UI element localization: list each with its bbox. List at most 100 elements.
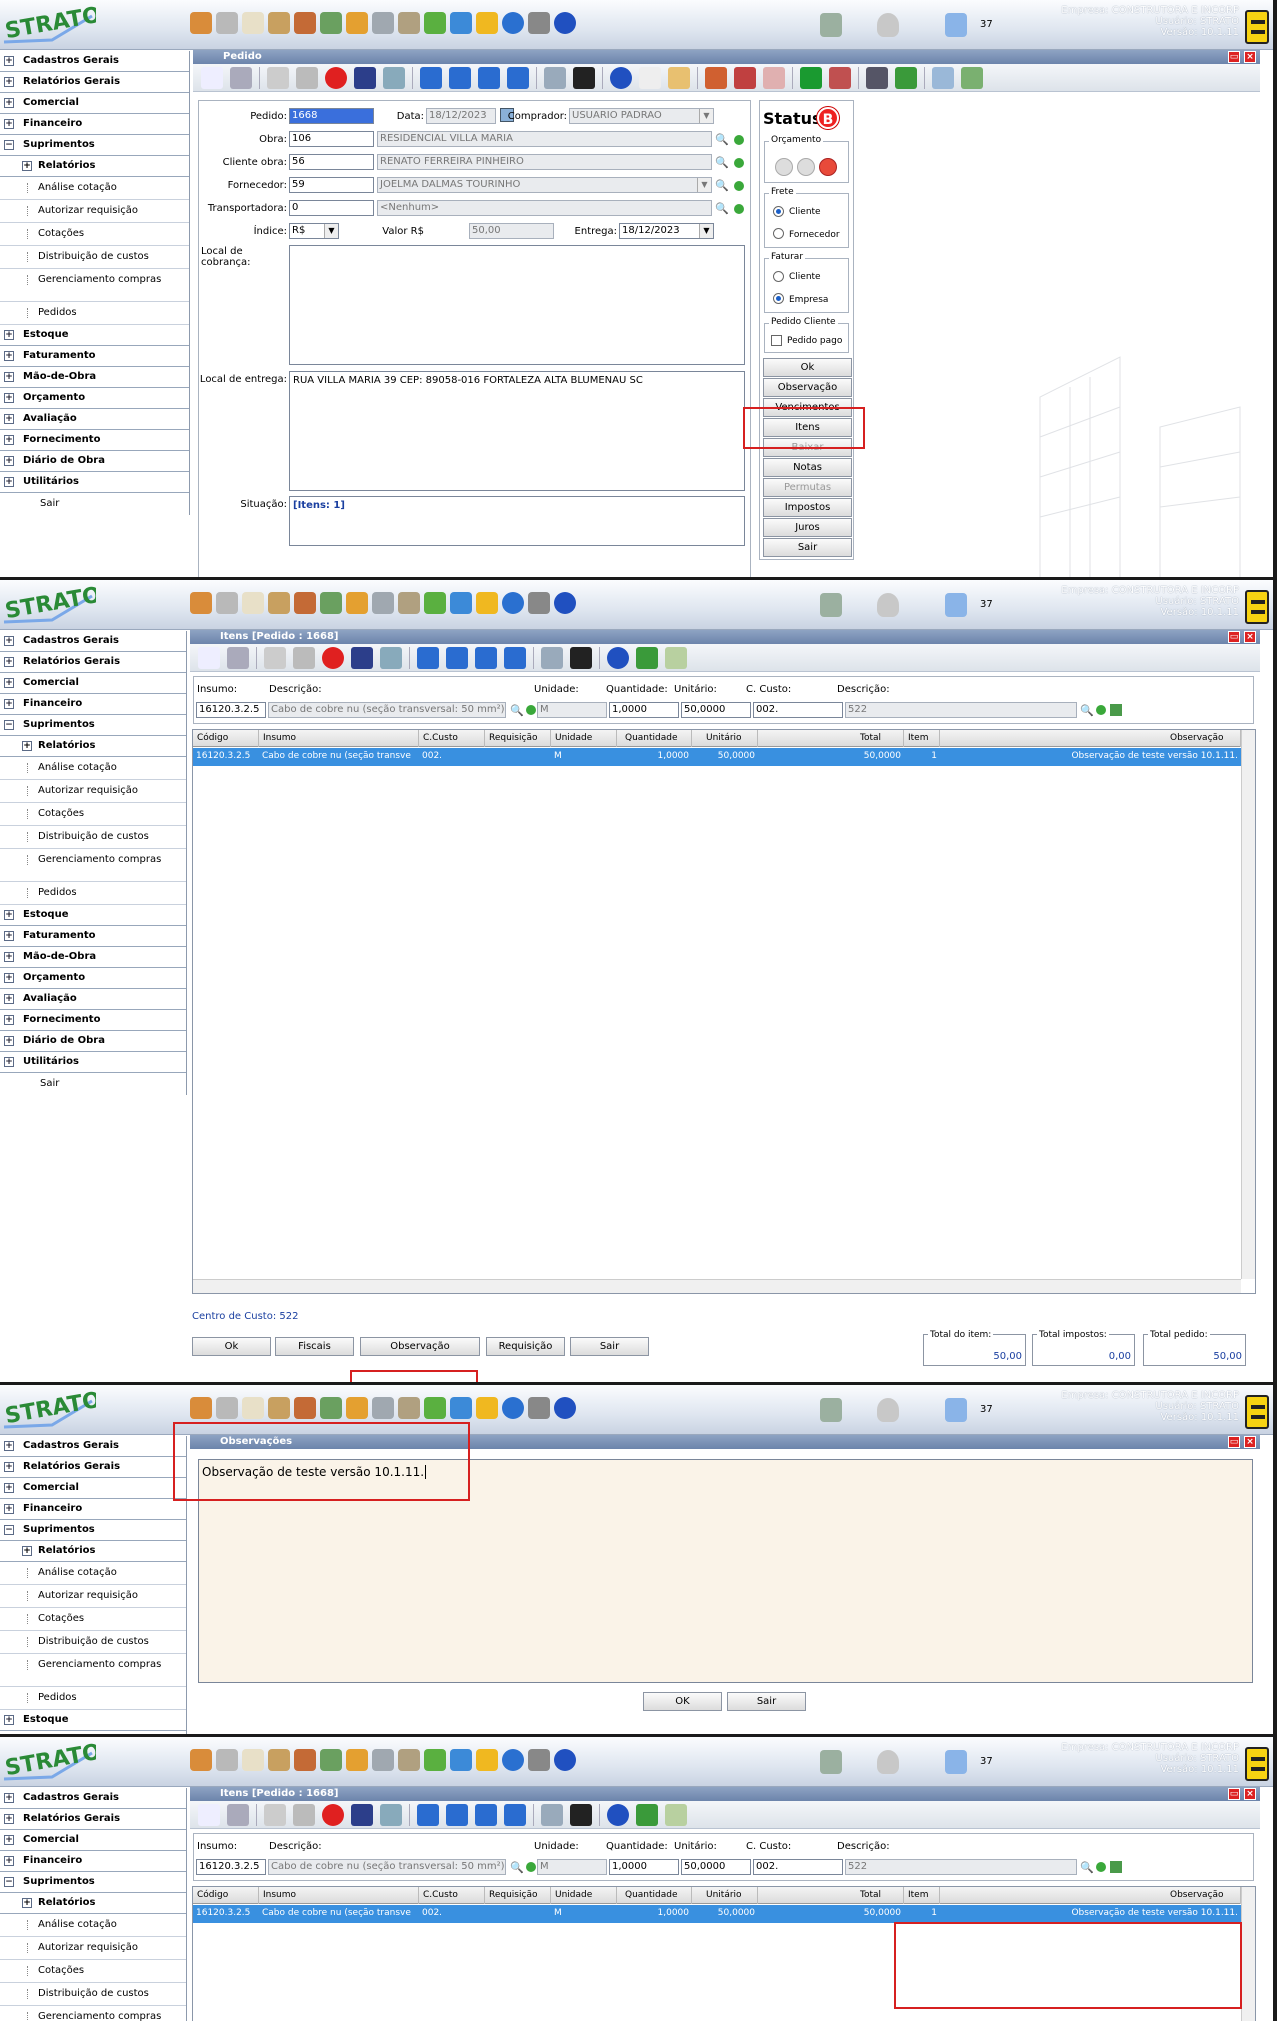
users-icon[interactable] [190, 1749, 212, 1771]
mail-icon[interactable] [945, 13, 967, 37]
pedido-pago-checkbox[interactable] [771, 335, 782, 346]
sidebar-subitem[interactable]: Distribuição de custos [0, 826, 186, 849]
chart-yellow-icon[interactable] [476, 1749, 498, 1771]
sidebar-item-suprimentos[interactable]: − Suprimentos [0, 1520, 186, 1541]
search-icon[interactable]: 🔍 [715, 202, 729, 215]
pen-icon[interactable] [320, 592, 342, 614]
fat-cliente-radio[interactable] [773, 271, 784, 282]
expand-icon[interactable]: + [4, 1057, 14, 1067]
sidebar-subitem[interactable]: Distribuição de custos [0, 1631, 186, 1654]
search-icon[interactable]: 🔍 [510, 1861, 524, 1874]
expand-icon[interactable]: + [4, 1856, 14, 1866]
col-header[interactable]: Quantidade [617, 1887, 692, 1904]
refresh-icon[interactable] [502, 1397, 524, 1419]
next-record-icon[interactable] [475, 646, 497, 669]
id-card-icon[interactable] [216, 12, 238, 34]
barcode-icon[interactable] [800, 66, 822, 89]
printer-icon[interactable] [296, 66, 318, 89]
help-icon[interactable] [554, 12, 576, 34]
expand-icon[interactable]: + [4, 456, 14, 466]
sidebar-item-mao-de-obra[interactable]: + Mão-de-Obra [0, 947, 186, 968]
observacao-button[interactable]: Observação [360, 1337, 480, 1356]
expand-icon[interactable]: + [4, 435, 14, 445]
sidebar-item-mao-de-obra[interactable]: + Mão-de-Obra [0, 367, 189, 388]
sidebar-subitem[interactable]: Pedidos [0, 882, 186, 905]
expand-icon[interactable]: + [4, 414, 14, 424]
sidebar-subitem-relatorios[interactable]: + Relatórios [0, 156, 189, 177]
search-icon[interactable]: 🔍 [510, 704, 524, 717]
sidebar-item-cadastros[interactable]: + Cadastros Gerais [0, 51, 189, 72]
save-icon[interactable] [351, 1803, 373, 1826]
add-icon[interactable] [1096, 705, 1106, 715]
table-row[interactable]: 16120.3.2.5 Cabo de cobre nu (seção tran… [193, 1905, 1241, 1923]
col-header[interactable]: Observação [940, 730, 1241, 747]
tools-icon[interactable] [268, 1749, 290, 1771]
expand-icon[interactable]: + [4, 1441, 14, 1451]
add-icon[interactable] [1096, 1862, 1106, 1872]
insumo-input[interactable]: 16120.3.2.5 [196, 702, 266, 718]
worker-icon[interactable] [294, 1397, 316, 1419]
e-badge-icon[interactable] [1245, 10, 1269, 44]
monitor-add-icon[interactable] [450, 12, 472, 34]
entrega-select[interactable]: 18/12/2023 ▼ [619, 223, 714, 239]
sidebar-item-suprimentos[interactable]: − Suprimentos [0, 1872, 186, 1893]
sidebar-item-comercial[interactable]: + Comercial [0, 93, 189, 114]
pen-icon[interactable] [320, 12, 342, 34]
camera-icon[interactable] [573, 66, 595, 89]
sidebar-subitem-relatorios[interactable]: + Relatórios [0, 736, 186, 757]
data-input[interactable]: 18/12/2023 [426, 108, 496, 124]
sidebar-subitem[interactable]: Distribuição de custos [0, 246, 189, 269]
person-money-icon[interactable] [346, 1749, 368, 1771]
expand-icon[interactable]: + [4, 952, 14, 962]
trash-icon[interactable] [230, 66, 252, 89]
ok-button[interactable]: Ok [763, 358, 852, 377]
juros-button[interactable]: Juros [763, 518, 852, 537]
vertical-scrollbar[interactable] [1241, 1887, 1255, 2021]
save-icon[interactable] [354, 66, 376, 89]
clipboard-icon[interactable] [242, 1397, 264, 1419]
collapse-icon[interactable]: − [4, 1877, 14, 1887]
book-help-icon[interactable] [528, 1749, 550, 1771]
collapse-icon[interactable]: − [4, 140, 14, 150]
expand-icon[interactable]: + [4, 119, 14, 129]
vertical-scrollbar[interactable] [1241, 730, 1255, 1279]
preview-icon[interactable] [541, 1803, 563, 1826]
refresh-icon[interactable] [502, 12, 524, 34]
horizontal-scrollbar[interactable] [193, 1279, 1241, 1293]
col-header[interactable]: Total [758, 1887, 904, 1904]
id-card-icon[interactable] [216, 1397, 238, 1419]
frete-cliente-radio[interactable] [773, 206, 784, 217]
col-header[interactable]: Observação [940, 1887, 1241, 1904]
cancel-icon[interactable] [322, 1803, 344, 1826]
save-icon[interactable] [351, 646, 373, 669]
obra-input[interactable]: 106 [289, 131, 374, 147]
restore-icon[interactable]: ▭ [1228, 1436, 1240, 1448]
expand-icon[interactable]: + [22, 741, 32, 751]
prev-record-icon[interactable] [449, 66, 471, 89]
expand-icon[interactable]: + [4, 393, 14, 403]
sidebar-item-diario[interactable]: + Diário de Obra [0, 451, 189, 472]
person-money-icon[interactable] [346, 12, 368, 34]
trash-icon[interactable] [227, 1803, 249, 1826]
expand-icon[interactable]: + [4, 699, 14, 709]
ok-button[interactable]: Ok [192, 1337, 271, 1356]
sidebar-subitem[interactable]: Cotações [0, 1608, 186, 1631]
edit-icon[interactable] [668, 66, 690, 89]
col-header[interactable]: Insumo [259, 1887, 419, 1904]
expand-icon[interactable]: + [4, 372, 14, 382]
help-icon[interactable] [554, 1397, 576, 1419]
col-header[interactable]: Unidade [551, 730, 617, 747]
expand-icon[interactable]: + [4, 1036, 14, 1046]
expand-icon[interactable]: + [4, 657, 14, 667]
sidebar-item-suprimentos[interactable]: − Suprimentos [0, 135, 189, 156]
tools-icon[interactable] [267, 66, 289, 89]
mail-icon[interactable] [945, 593, 967, 617]
expand-icon[interactable]: + [4, 1715, 14, 1725]
chevron-down-icon[interactable]: ▼ [324, 224, 338, 238]
notas-button[interactable]: Notas [763, 458, 852, 477]
worker-icon[interactable] [294, 12, 316, 34]
lightbulb-icon[interactable] [877, 593, 899, 617]
col-header[interactable]: Unitário [692, 1887, 758, 1904]
expand-icon[interactable]: + [4, 98, 14, 108]
sidebar-subitem[interactable]: Pedidos [0, 302, 189, 325]
